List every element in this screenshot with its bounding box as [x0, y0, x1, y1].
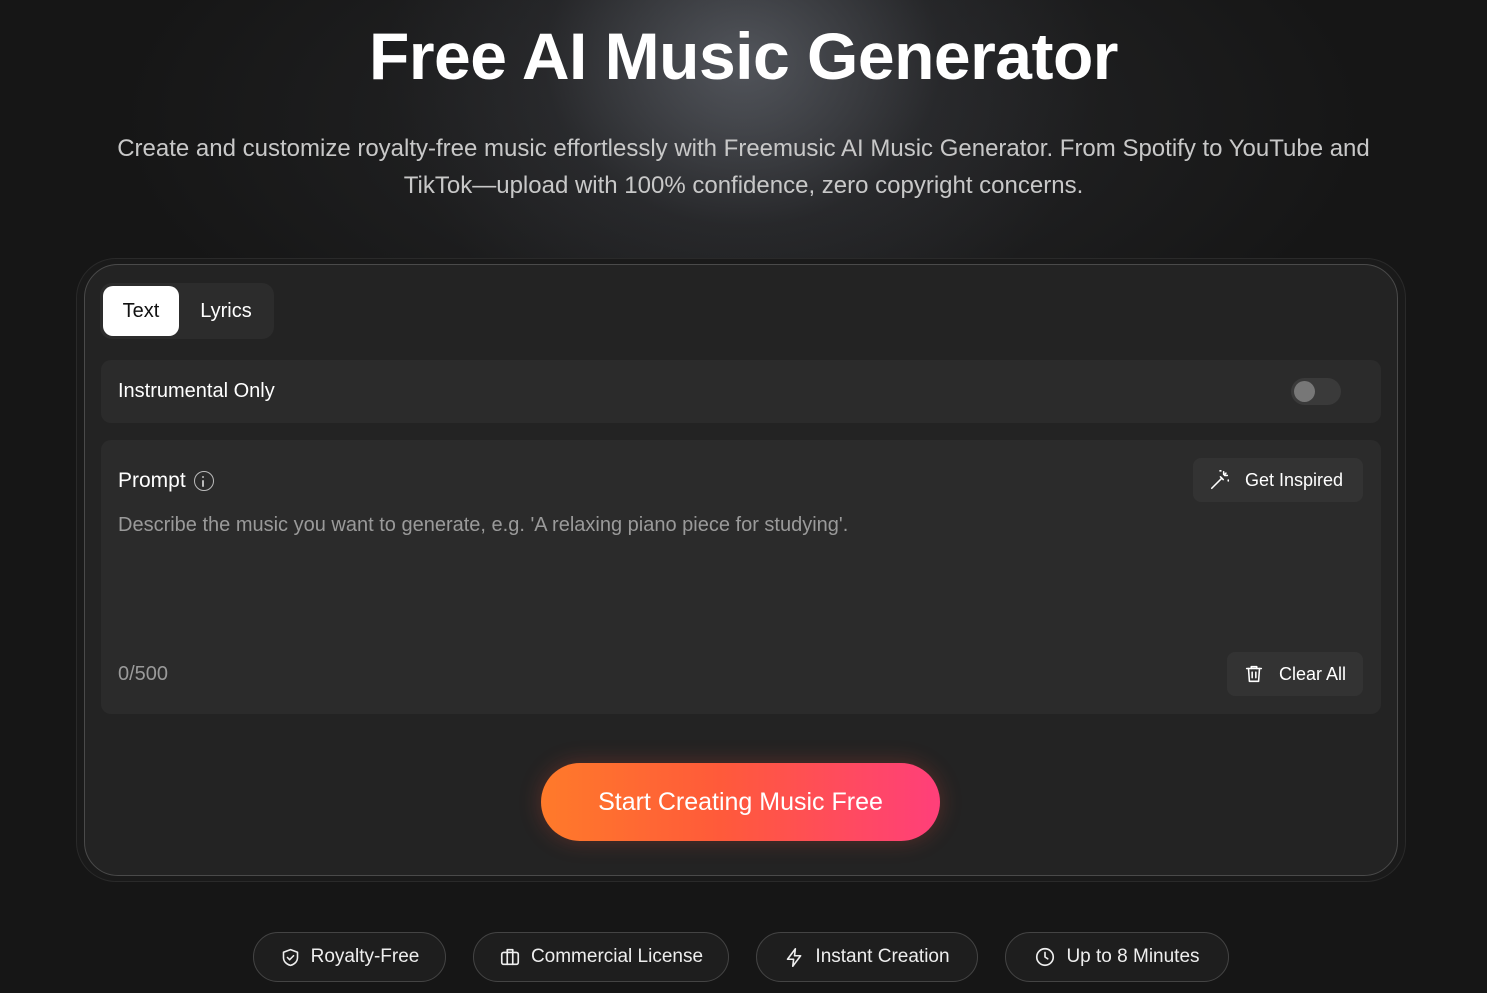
instrumental-row: Instrumental Only [101, 360, 1381, 423]
page-title: Free AI Music Generator [369, 19, 1118, 93]
toggle-knob [1294, 381, 1315, 402]
get-inspired-label: Get Inspired [1245, 469, 1344, 490]
info-icon[interactable] [193, 471, 214, 491]
clock-icon [1036, 947, 1055, 967]
prompt-label: Prompt [118, 469, 186, 492]
prompt-input[interactable] [118, 514, 1358, 634]
badge-label: Royalty-Free [310, 946, 420, 967]
clear-all-label: Clear All [1279, 663, 1347, 684]
instrumental-label: Instrumental Only [118, 380, 275, 402]
get-inspired-button[interactable]: Get Inspired [1193, 458, 1363, 502]
badge-label: Commercial License [530, 946, 704, 967]
instrumental-toggle[interactable] [1291, 378, 1341, 405]
tab-text[interactable]: Text [103, 286, 179, 336]
briefcase-icon [500, 948, 520, 966]
prompt-box: Prompt Get Inspired 0/500 Clear All [101, 440, 1381, 714]
feature-badges: Royalty-Free Commercial License Instant … [0, 932, 1487, 982]
badge-label: Instant Creation [815, 946, 950, 967]
magic-wand-icon [1210, 470, 1230, 490]
badge-label: Up to 8 Minutes [1066, 946, 1200, 967]
trash-icon [1245, 665, 1263, 683]
tab-lyrics[interactable]: Lyrics [182, 286, 270, 336]
character-counter: 0/500 [118, 663, 169, 685]
shield-icon [282, 948, 298, 966]
lightning-icon [787, 947, 802, 967]
start-creating-button[interactable]: Start Creating Music Free [541, 763, 940, 841]
clear-all-button[interactable]: Clear All [1227, 652, 1363, 696]
page: Free AI Music Generator Create and custo… [0, 0, 1487, 993]
badge-royalty-free: Royalty-Free [253, 932, 446, 982]
mode-tabs: Text Lyrics [100, 283, 274, 339]
badge-up-to-8-minutes: Up to 8 Minutes [1005, 932, 1229, 982]
prompt-label-row: Prompt [118, 469, 214, 493]
badge-instant-creation: Instant Creation [756, 932, 978, 982]
page-subtitle: Create and customize royalty-free music … [117, 135, 1370, 199]
badge-commercial-license: Commercial License [473, 932, 729, 982]
